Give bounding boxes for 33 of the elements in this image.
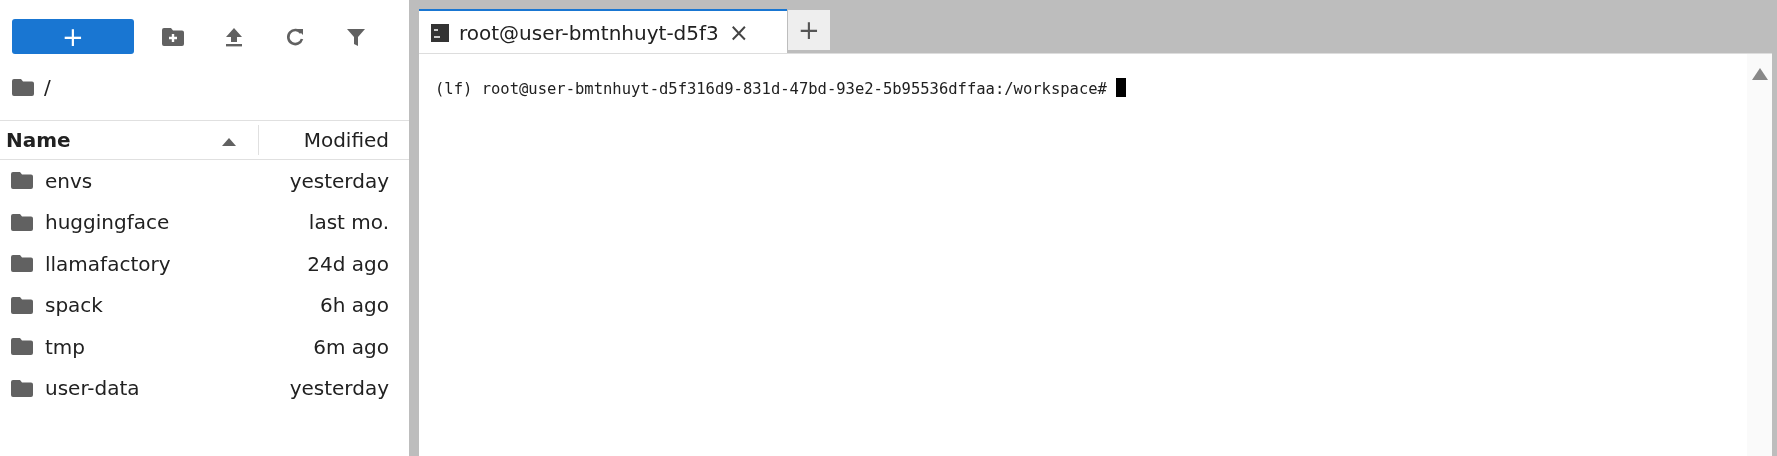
folder-icon — [11, 296, 33, 314]
folder-icon — [12, 78, 34, 96]
folder-icon — [11, 379, 33, 397]
terminal-line: (lf) root@user-bmtnhuyt-d5f316d9-831d-47bd-93e2-5b95536dffaa:/workspace# — [435, 80, 1108, 98]
breadcrumb-path[interactable]: / — [44, 72, 51, 102]
splitter-handle[interactable] — [409, 0, 419, 456]
folder-icon — [11, 213, 33, 231]
close-tab-button[interactable]: × — [728, 20, 749, 45]
sort-ascending-icon[interactable] — [222, 137, 236, 146]
file-name[interactable]: tmp — [45, 331, 314, 362]
new-folder-icon[interactable] — [161, 25, 184, 48]
column-header[interactable]: Name — [6, 125, 71, 155]
modified-date: last mo. — [308, 209, 389, 237]
file-name[interactable]: envs — [45, 165, 290, 196]
file-name[interactable]: llamafactory — [45, 248, 308, 279]
file-name[interactable]: huggingface — [45, 207, 309, 238]
terminal-tab[interactable]: root@user-bmtnhuyt-d5f3 × — [419, 9, 787, 54]
terminal-icon — [431, 23, 449, 42]
new-tab-button[interactable]: + — [787, 9, 831, 51]
modified-date: 24d ago — [307, 250, 389, 278]
modified-date: yesterday — [289, 375, 389, 403]
modified-date: 6m ago — [313, 333, 389, 361]
column-header[interactable]: Modified — [303, 128, 389, 152]
modified-date: yesterday — [289, 167, 389, 195]
new-button[interactable]: + — [12, 19, 134, 54]
file-name[interactable]: spack — [45, 290, 321, 321]
cursor — [1116, 78, 1127, 97]
folder-icon — [11, 255, 33, 273]
modified-date: 6h ago — [320, 292, 389, 320]
file-name[interactable]: user-data — [45, 373, 290, 404]
scroll-up-icon[interactable] — [1751, 68, 1768, 80]
folder-icon — [11, 338, 33, 356]
folder-icon — [11, 172, 33, 190]
